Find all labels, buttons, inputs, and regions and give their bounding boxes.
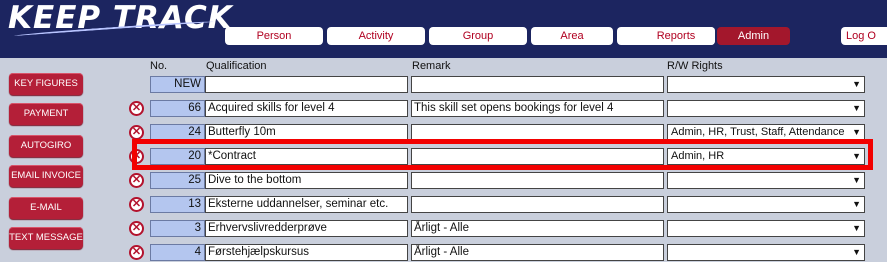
- rights-select[interactable]: ▼: [667, 244, 865, 261]
- sidebar-autogiro-button[interactable]: AUTOGIRO: [9, 135, 83, 157]
- row-number: NEW: [150, 76, 205, 93]
- qualification-field[interactable]: Dive to the bottom: [205, 172, 408, 189]
- column-header-no: No.: [150, 60, 168, 72]
- rights-select[interactable]: ▼: [667, 172, 865, 189]
- app-header: KEEP TRACK Person Activity Group Area Fa…: [0, 0, 887, 58]
- qualification-field[interactable]: Eksterne uddannelser, seminar etc.: [205, 196, 408, 213]
- qualification-field[interactable]: Acquired skills for level 4: [205, 100, 408, 117]
- chevron-down-icon[interactable]: ▼: [852, 245, 861, 260]
- remark-field[interactable]: [411, 148, 664, 165]
- qualification-field[interactable]: Erhvervslivredderprøve: [205, 220, 408, 237]
- chevron-down-icon[interactable]: ▼: [852, 197, 861, 212]
- column-header-qualification: Qualification: [206, 60, 267, 72]
- delete-icon[interactable]: ✕: [129, 197, 144, 212]
- row-number: 66: [150, 100, 205, 117]
- delete-icon[interactable]: ✕: [129, 149, 144, 164]
- nav-area-button[interactable]: Area: [531, 27, 613, 45]
- sidebar-key-figures-button[interactable]: KEY FIGURES: [9, 73, 83, 95]
- qualification-field[interactable]: [205, 76, 408, 93]
- rights-select[interactable]: ▼: [667, 76, 865, 93]
- rights-select[interactable]: ▼: [667, 220, 865, 237]
- delete-icon[interactable]: ✕: [129, 221, 144, 236]
- remark-field[interactable]: [411, 76, 664, 93]
- sidebar-email-invoice-button[interactable]: EMAIL INVOICE: [9, 165, 83, 187]
- table-row: ✕ 20 *Contract Admin, HR ▼: [122, 148, 887, 168]
- qualification-field[interactable]: Førstehjælpskursus: [205, 244, 408, 261]
- remark-field[interactable]: Årligt - Alle: [411, 220, 664, 237]
- table-row: ✕ 24 Butterfly 10m Admin, HR, Trust, Staff,…: [122, 124, 887, 144]
- table-row: ✕ 25 Dive to the bottom ▼: [122, 172, 887, 192]
- rights-select[interactable]: Admin, HR, Trust, Staff, Attendance ▼: [667, 124, 865, 141]
- chevron-down-icon[interactable]: ▼: [852, 77, 861, 92]
- nav-admin-button[interactable]: Admin: [717, 27, 790, 45]
- remark-field[interactable]: This skill set opens bookings for level …: [411, 100, 664, 117]
- delete-icon[interactable]: ✕: [129, 173, 144, 188]
- table-row: ✕ 13 Eksterne uddannelser, seminar etc. ▼: [122, 196, 887, 216]
- delete-icon[interactable]: ✕: [129, 245, 144, 260]
- remark-field[interactable]: [411, 172, 664, 189]
- rights-select-value: Admin, HR, Trust, Staff, Attendance: [671, 126, 845, 138]
- nav-reports-button[interactable]: Reports: [637, 27, 715, 45]
- table-row: ✕ 3 Erhvervslivredderprøve Årligt - Alle ▼: [122, 220, 887, 240]
- sidebar-text-message-button[interactable]: TEXT MESSAGE: [9, 227, 83, 249]
- chevron-down-icon[interactable]: ▼: [852, 221, 861, 236]
- qualification-table: No. Qualification Remark R/W Rights NEW ▼…: [122, 58, 887, 262]
- chevron-down-icon[interactable]: ▼: [852, 149, 861, 164]
- delete-icon[interactable]: ✕: [129, 101, 144, 116]
- column-header-rights: R/W Rights: [667, 60, 723, 72]
- row-number: 20: [150, 148, 205, 165]
- table-row: NEW ▼: [122, 76, 887, 96]
- nav-logout-button[interactable]: Log O: [841, 27, 887, 45]
- rights-select[interactable]: ▼: [667, 196, 865, 213]
- row-number: 3: [150, 220, 205, 237]
- nav-person-button[interactable]: Person: [225, 27, 323, 45]
- table-row: ✕ 66 Acquired skills for level 4 This skill…: [122, 100, 887, 120]
- qualification-field[interactable]: Butterfly 10m: [205, 124, 408, 141]
- chevron-down-icon[interactable]: ▼: [852, 173, 861, 188]
- chevron-down-icon[interactable]: ▼: [852, 101, 861, 116]
- row-number: 24: [150, 124, 205, 141]
- chevron-down-icon[interactable]: ▼: [852, 125, 861, 140]
- sidebar-payment-button[interactable]: PAYMENT: [9, 103, 83, 125]
- top-nav: Person Activity Group Area Facility Repo…: [0, 27, 887, 47]
- remark-field[interactable]: Årligt - Alle: [411, 244, 664, 261]
- sidebar: KEY FIGURES PAYMENT AUTOGIRO EMAIL INVOI…: [0, 58, 122, 262]
- row-number: 4: [150, 244, 205, 261]
- row-number: 25: [150, 172, 205, 189]
- rights-select-value: Admin, HR: [671, 150, 725, 162]
- remark-field[interactable]: [411, 124, 664, 141]
- rights-select[interactable]: Admin, HR ▼: [667, 148, 865, 165]
- delete-icon[interactable]: ✕: [129, 125, 144, 140]
- row-number: 13: [150, 196, 205, 213]
- remark-field[interactable]: [411, 196, 664, 213]
- nav-activity-button[interactable]: Activity: [327, 27, 425, 45]
- table-row: ✕ 4 Førstehjælpskursus Årligt - Alle ▼: [122, 244, 887, 262]
- column-header-remark: Remark: [412, 60, 451, 72]
- sidebar-e-mail-button[interactable]: E-MAIL: [9, 197, 83, 219]
- rights-select[interactable]: ▼: [667, 100, 865, 117]
- qualification-field[interactable]: *Contract: [205, 148, 408, 165]
- nav-group-button[interactable]: Group: [429, 27, 527, 45]
